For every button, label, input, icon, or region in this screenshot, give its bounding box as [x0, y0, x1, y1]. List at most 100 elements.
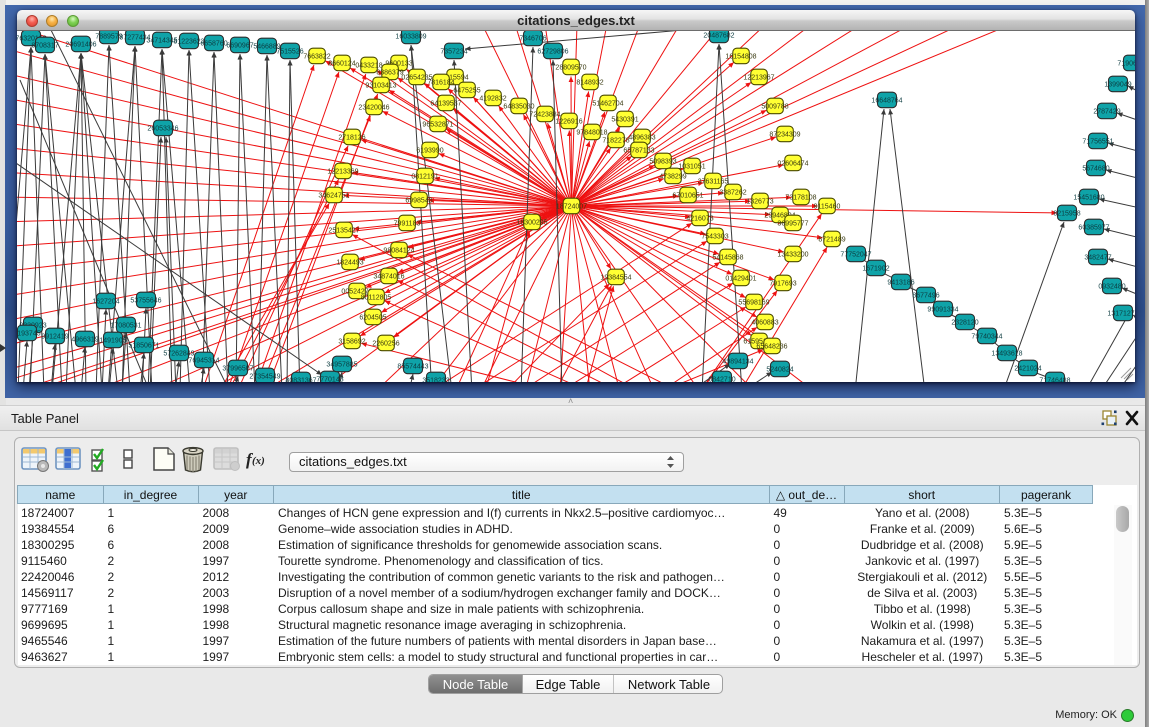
svg-text:65648236: 65648236 [756, 343, 787, 350]
svg-text:8721489: 8721489 [818, 236, 845, 243]
svg-text:18300295: 18300295 [516, 219, 547, 226]
svg-text:5098393: 5098393 [649, 158, 676, 165]
svg-text:7193745: 7193745 [17, 330, 41, 337]
svg-text:3158692: 3158692 [338, 338, 365, 345]
svg-text:71756551: 71756551 [1082, 138, 1113, 145]
svg-text:0932480: 0932480 [1098, 283, 1125, 290]
svg-text:8386379: 8386379 [376, 69, 403, 76]
svg-text:17080531: 17080531 [110, 322, 141, 329]
svg-text:23420046: 23420046 [358, 104, 389, 111]
svg-text:13493618: 13493618 [991, 350, 1022, 357]
svg-text:5674680: 5674680 [1082, 165, 1109, 172]
svg-text:1627204: 1627204 [92, 298, 119, 305]
svg-text:71746488: 71746488 [1039, 377, 1070, 382]
svg-text:67010651: 67010651 [672, 192, 703, 199]
svg-text:16033809: 16033809 [395, 33, 426, 40]
svg-text:7357234: 7357234 [440, 48, 467, 55]
svg-text:6204505: 6204505 [359, 314, 386, 321]
svg-text:0842710: 0842710 [708, 376, 735, 382]
svg-text:1226916: 1226916 [555, 118, 582, 125]
svg-text:51850671: 51850671 [128, 342, 159, 349]
svg-text:49894134: 49894134 [722, 358, 753, 365]
svg-text:19384554: 19384554 [600, 274, 631, 281]
svg-text:7346706: 7346706 [519, 35, 546, 42]
svg-text:12213967: 12213967 [743, 74, 774, 81]
svg-text:64139537: 64139537 [430, 100, 461, 107]
svg-text:6998543: 6998543 [405, 197, 432, 204]
svg-text:(x): (x) [252, 455, 265, 467]
svg-text:65787133: 65787133 [623, 147, 654, 154]
svg-text:7816184: 7816184 [427, 79, 454, 86]
svg-text:73178108: 73178108 [785, 194, 816, 201]
svg-text:34874016: 34874016 [373, 273, 404, 280]
svg-text:9413186: 9413186 [887, 279, 914, 286]
svg-text:34957885: 34957885 [326, 361, 357, 368]
svg-text:28809570: 28809570 [555, 64, 586, 71]
svg-text:8215958: 8215958 [1053, 210, 1080, 217]
svg-text:34624751: 34624751 [318, 192, 349, 199]
svg-text:99091334: 99091334 [927, 306, 958, 313]
svg-text:79740344: 79740344 [971, 333, 1002, 340]
svg-text:26053346: 26053346 [147, 125, 178, 132]
svg-text:7182278: 7182278 [602, 137, 629, 144]
svg-text:3387262: 3387262 [719, 189, 746, 196]
svg-text:12213369: 12213369 [327, 168, 358, 175]
svg-text:2421024: 2421024 [1014, 365, 1041, 372]
svg-text:37996507: 37996507 [222, 365, 253, 372]
svg-text:7917693: 7917693 [769, 280, 796, 287]
svg-text:80112805: 80112805 [361, 294, 392, 301]
svg-text:6193990: 6193990 [416, 147, 443, 154]
svg-text:1824493: 1824493 [336, 259, 363, 266]
svg-text:87234309: 87234309 [769, 131, 800, 138]
svg-text:8660124: 8660124 [328, 60, 355, 67]
svg-text:1399049: 1399049 [1104, 81, 1131, 88]
svg-text:54145868: 54145868 [712, 254, 743, 261]
svg-text:6690967: 6690967 [226, 42, 253, 49]
svg-text:7770143: 7770143 [316, 376, 343, 382]
svg-text:62729806: 62729806 [537, 48, 568, 55]
svg-text:4216073: 4216073 [686, 215, 713, 222]
svg-text:71906594: 71906594 [1117, 60, 1135, 67]
svg-text:20487682: 20487682 [703, 32, 734, 39]
svg-text:18724007: 18724007 [556, 203, 587, 210]
svg-text:64835030: 64835030 [503, 103, 534, 110]
svg-text:02606474: 02606474 [777, 160, 808, 167]
svg-text:20691406: 20691406 [65, 41, 96, 48]
svg-text:72423884: 72423884 [529, 111, 560, 118]
svg-text:4060883: 4060883 [751, 319, 778, 326]
svg-text:1326773: 1326773 [746, 198, 773, 205]
svg-text:85574443: 85574443 [397, 363, 428, 370]
svg-text:4896383: 4896383 [628, 134, 655, 141]
svg-text:1671902: 1671902 [862, 265, 889, 272]
svg-text:51462704: 51462704 [592, 100, 623, 107]
svg-text:2718126: 2718126 [338, 134, 365, 141]
svg-text:2328120: 2328120 [951, 319, 978, 326]
svg-text:4738299: 4738299 [659, 173, 686, 180]
svg-text:3482477: 3482477 [1084, 254, 1111, 261]
svg-text:8677496: 8677496 [912, 292, 939, 299]
svg-text:1031051: 1031051 [678, 163, 705, 170]
svg-text:37631165: 37631165 [698, 178, 729, 185]
svg-text:2787429: 2787429 [1093, 108, 1120, 115]
svg-text:3518233: 3518233 [422, 377, 449, 382]
svg-text:80831367: 80831367 [285, 377, 316, 382]
svg-text:8148932: 8148932 [576, 79, 603, 86]
svg-text:57262849: 57262849 [163, 350, 194, 357]
svg-text:13171274: 13171274 [1107, 310, 1135, 317]
svg-text:7663822: 7663822 [303, 53, 330, 60]
svg-text:55698169: 55698169 [738, 299, 769, 306]
svg-text:7543303: 7543303 [701, 233, 728, 240]
svg-text:15451680: 15451680 [1073, 194, 1104, 201]
svg-text:7991183: 7991183 [394, 220, 421, 227]
svg-text:27354549: 27354549 [249, 373, 280, 380]
svg-text:5430391: 5430391 [611, 116, 638, 123]
svg-text:01429401: 01429401 [725, 275, 756, 282]
svg-text:7515526: 7515526 [276, 48, 303, 55]
svg-text:6658760: 6658760 [200, 40, 227, 47]
svg-text:16648764: 16648764 [871, 97, 902, 104]
svg-text:53755646: 53755646 [130, 297, 161, 304]
svg-text:98084124: 98084124 [383, 247, 414, 254]
svg-text:13433200: 13433200 [777, 251, 808, 258]
svg-text:96532871: 96532871 [422, 121, 453, 128]
svg-text:2260256: 2260256 [372, 340, 399, 347]
